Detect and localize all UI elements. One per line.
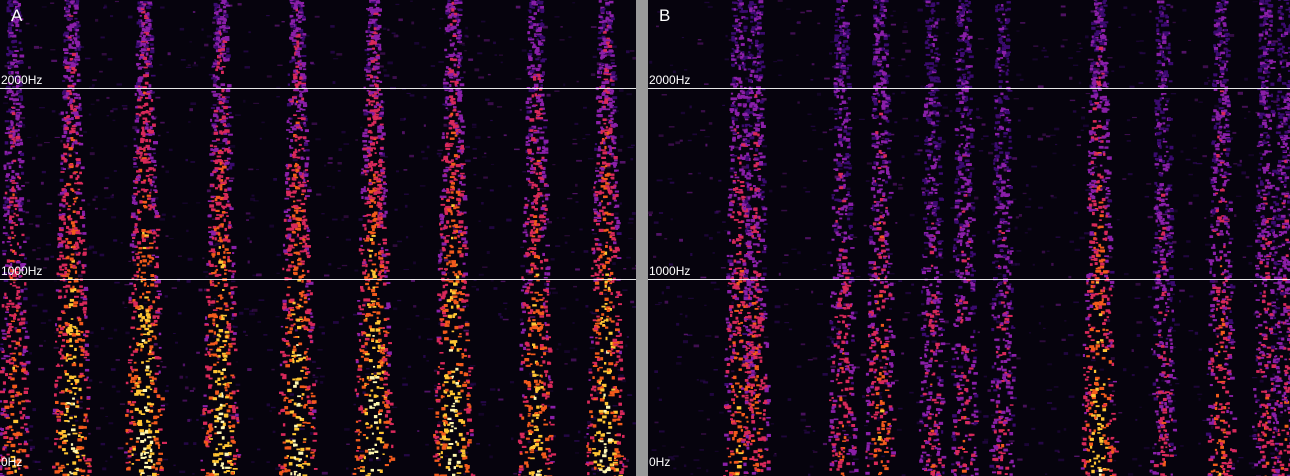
panel-label-b: B [659,6,671,25]
spectrogram-b-plot [648,0,1290,476]
burst-6 [989,1,1017,476]
gridline-2000hz [0,88,636,89]
burst-3 [200,0,242,476]
tick-label-0hz: 0Hz [1,455,23,469]
spectrogram-a-plot [0,0,636,476]
background-noise [1,0,636,476]
burst-8 [585,0,628,476]
spectrogram-panel-b: 2000Hz 1000Hz 0Hz B [648,0,1290,476]
tick-label-0hz: 0Hz [649,455,671,469]
gridline-1000hz [648,279,1290,280]
burst-1 [52,0,92,476]
burst-9 [1205,0,1238,476]
burst-8 [1149,0,1177,476]
tick-label-2000hz: 2000Hz [649,73,691,87]
gridline-2000hz [648,88,1290,89]
burst-6 [432,0,476,476]
burst-5 [352,0,396,476]
burst-3 [865,0,897,476]
tick-label-1000hz: 1000Hz [1,264,43,278]
panel-label-a: A [11,6,23,25]
burst-1 [741,0,771,476]
tick-label-1000hz: 1000Hz [649,264,691,278]
burst-5 [951,0,980,476]
spectrogram-panel-a: 2000Hz 1000Hz 0Hz A [0,0,636,476]
gridline-1000hz [0,279,636,280]
burst-7 [517,0,557,476]
spectrogram-comparison: 2000Hz 1000Hz 0Hz A 2000Hz 1000Hz 0Hz B [0,0,1290,476]
tick-label-2000hz: 2000Hz [1,73,43,87]
